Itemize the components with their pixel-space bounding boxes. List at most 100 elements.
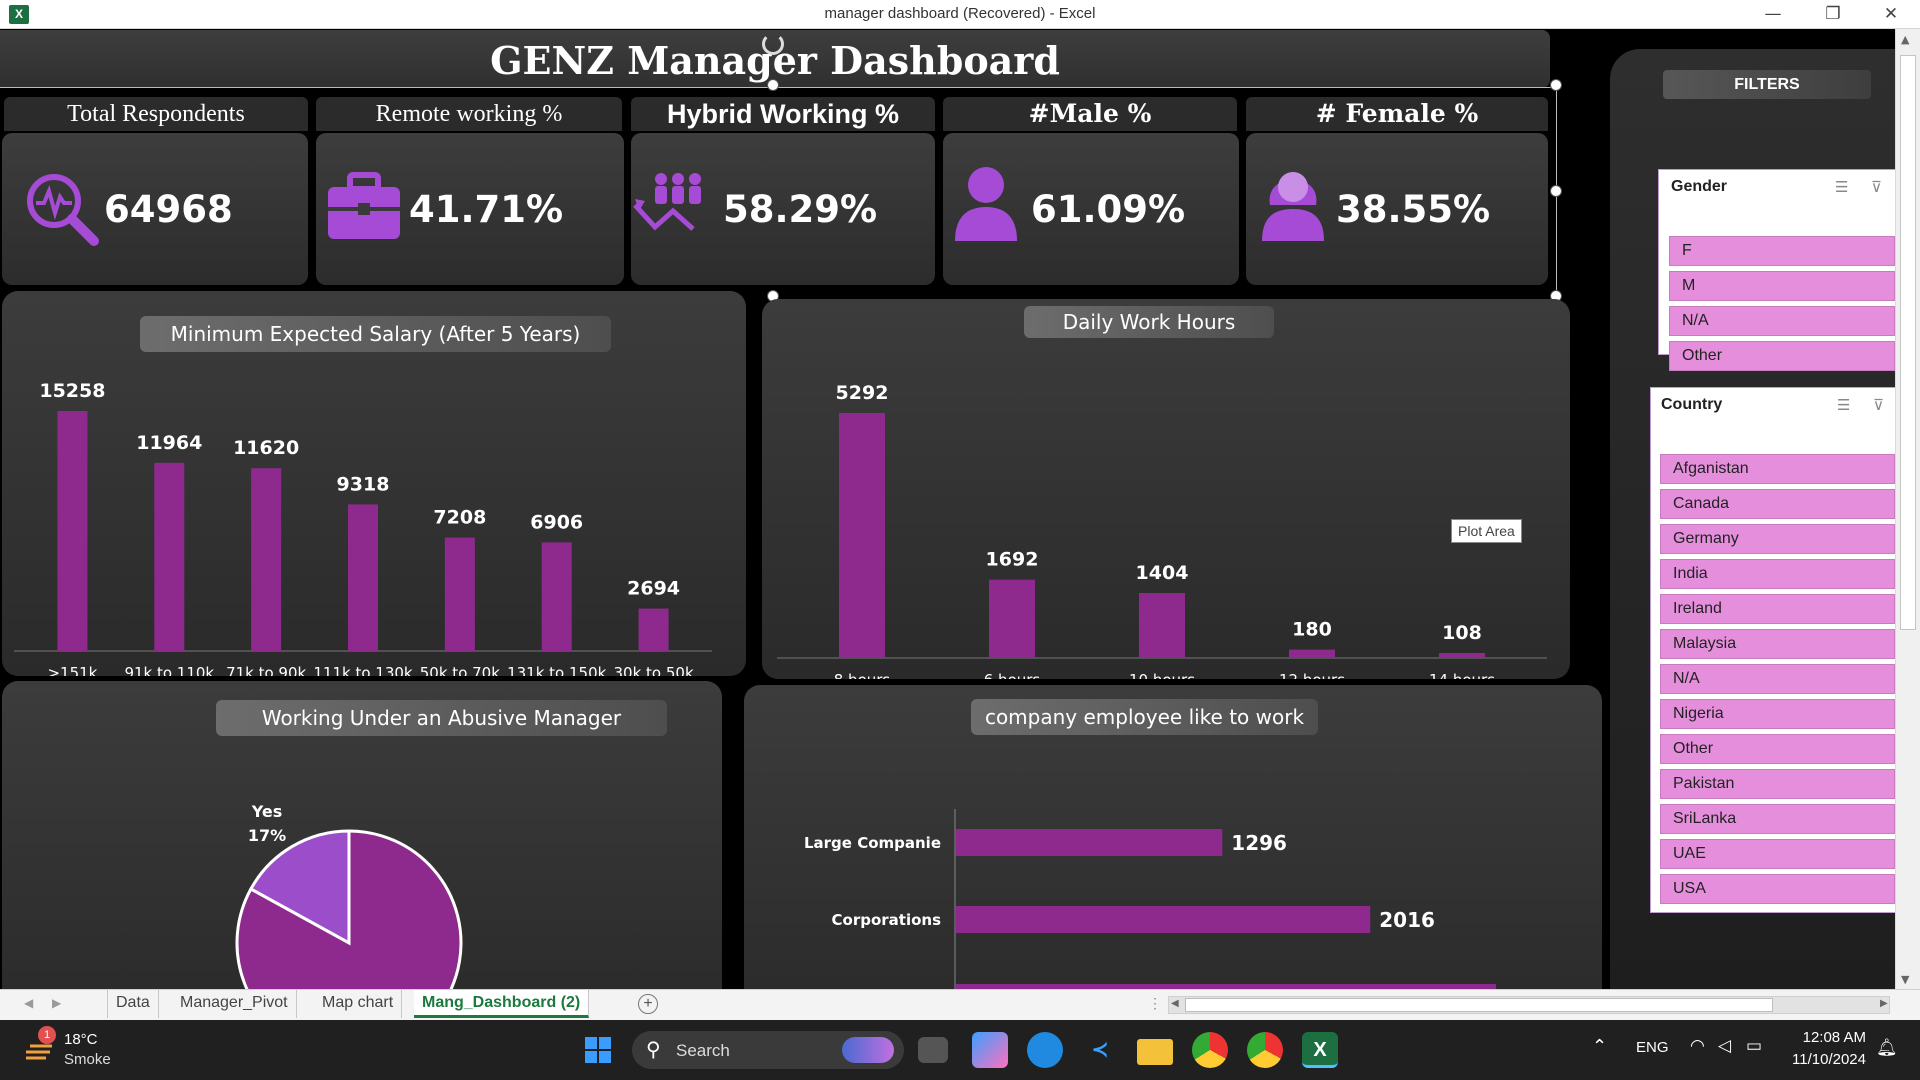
kpi-card-male[interactable]: 61.09% [943, 133, 1239, 285]
tick-label-131k-to-150k: 131k to 150k [507, 664, 607, 676]
hscroll-left-icon[interactable]: ◀ [1171, 998, 1179, 1009]
slicer-item-germany[interactable]: Germany [1660, 524, 1895, 554]
bar-50k-to-70k[interactable] [444, 537, 475, 651]
show-hidden-icons[interactable]: ⌃ [1592, 1036, 1607, 1057]
resize-handle-right[interactable] [1550, 185, 1562, 197]
kpi-label-female: # Female % [1246, 97, 1548, 131]
bar-151k[interactable] [57, 411, 88, 651]
hscroll-right-icon[interactable]: ▶ [1880, 998, 1888, 1009]
slicer-item-india[interactable]: India [1660, 559, 1895, 589]
slicer-item-other[interactable]: Other [1660, 734, 1895, 764]
add-sheet-icon[interactable]: + [638, 994, 658, 1014]
kpi-card-remote[interactable]: 41.71% [316, 133, 624, 285]
chrome-icon[interactable] [1192, 1032, 1228, 1068]
slicer-item-pakistan[interactable]: Pakistan [1660, 769, 1895, 799]
tick-label-111k-to-130k: 111k to 130k [313, 664, 413, 676]
resize-handle-top[interactable] [767, 79, 779, 91]
kpi-card-hybrid[interactable]: 58.29% [631, 133, 935, 285]
window-title: manager dashboard (Recovered) - Excel [824, 5, 1096, 22]
tab-manager-pivot[interactable]: Manager_Pivot [172, 990, 297, 1018]
slicer-item-afganistan[interactable]: Afganistan [1660, 454, 1895, 484]
excel-taskbar-icon[interactable]: X [1302, 1032, 1338, 1068]
slicer-item-uae[interactable]: UAE [1660, 839, 1895, 869]
slicer-item-n-a[interactable]: N/A [1669, 306, 1895, 336]
bar-71k-to-90k[interactable] [251, 468, 282, 651]
kpi-label-hybrid: Hybrid Working % [631, 97, 935, 131]
kpi-value-hybrid: 58.29% [723, 188, 878, 231]
bar-10-hours[interactable] [1139, 593, 1185, 658]
resize-handle-top-right[interactable] [1550, 79, 1562, 91]
data-label-14-hours: 108 [1442, 622, 1482, 644]
bar-corporations[interactable] [956, 906, 1371, 933]
edge-browser-icon[interactable] [1027, 1032, 1063, 1068]
slicer-item-usa[interactable]: USA [1660, 874, 1895, 904]
bar-91k-to-110k[interactable] [154, 462, 185, 651]
data-label-large-companie: 1296 [1231, 831, 1287, 855]
company-preference-bar-chart: Large Companie1296Corporations2016Mid Si… [804, 809, 1561, 989]
slicer-item-malaysia[interactable]: Malaysia [1660, 629, 1895, 659]
tab-data[interactable]: Data [107, 990, 159, 1018]
kpi-card-female[interactable]: 38.55% [1246, 133, 1548, 285]
vertical-scroll-thumb[interactable] [1900, 55, 1916, 630]
tick-label-6-hours: 6 hours [984, 671, 1041, 679]
bar-large-companie[interactable] [956, 829, 1223, 856]
slicer-item-ireland[interactable]: Ireland [1660, 594, 1895, 624]
start-button[interactable] [580, 1032, 616, 1068]
multi-select-icon[interactable]: ☰ [1837, 396, 1850, 414]
pie-percent-yes: 17% [248, 826, 286, 845]
taskbar-search[interactable]: ⚲ Search [632, 1031, 904, 1069]
clock-date[interactable]: 11/10/2024 [1786, 1051, 1866, 1068]
scroll-up-icon[interactable]: ▲ [1901, 33, 1909, 46]
clock-time[interactable]: 12:08 AM [1786, 1029, 1866, 1046]
horizontal-scroll-thumb[interactable] [1185, 998, 1773, 1012]
multi-select-icon[interactable]: ☰ [1835, 178, 1848, 196]
bar-111k-to-130k[interactable] [348, 504, 378, 651]
volume-icon[interactable]: ◁ [1718, 1036, 1731, 1056]
slicer-item-f[interactable]: F [1669, 236, 1895, 266]
rotate-handle-icon[interactable] [762, 33, 784, 55]
kpi-label-male: #Male % [943, 97, 1237, 131]
slicer-item-srilanka[interactable]: SriLanka [1660, 804, 1895, 834]
kpi-card-total-respondents[interactable]: 64968 [2, 133, 308, 285]
windows-taskbar: 1 18°C Smoke ⚲ Search ≺ X ⌃ ENG ◠ ◁ ▭ 12… [0, 1020, 1920, 1080]
copilot-icon[interactable] [972, 1032, 1008, 1068]
tab-map-chart[interactable]: Map chart [314, 990, 403, 1018]
tab-scroll-right-icon[interactable]: ▶ [52, 996, 61, 1010]
notification-bell-icon[interactable]: 🔔︎ [1876, 1038, 1898, 1058]
split-handle-icon[interactable]: ⋮ [1148, 995, 1162, 1012]
slicer-item-nigeria[interactable]: Nigeria [1660, 699, 1895, 729]
bar-30k-to-50k[interactable] [638, 608, 669, 651]
tab-scroll-left-icon[interactable]: ◀ [24, 996, 33, 1010]
slicer-item-canada[interactable]: Canada [1660, 489, 1895, 519]
battery-icon[interactable]: ▭ [1746, 1036, 1762, 1056]
wifi-icon[interactable]: ◠ [1690, 1036, 1705, 1056]
bar-8-hours[interactable] [839, 413, 885, 658]
clear-filter-icon[interactable]: ⊽ [1871, 178, 1882, 196]
minimize-button[interactable]: — [1744, 0, 1802, 29]
bar-12-hours[interactable] [1289, 649, 1335, 658]
pie-slice-no[interactable] [235, 829, 463, 989]
clear-filter-icon[interactable]: ⊽ [1873, 396, 1884, 414]
bar-14-hours[interactable] [1439, 653, 1485, 658]
slicer-item-m[interactable]: M [1669, 271, 1895, 301]
tick-label-50k-to-70k: 50k to 70k [420, 664, 500, 676]
slicer-item-other[interactable]: Other [1669, 341, 1895, 371]
restore-button[interactable]: ❐ [1804, 0, 1862, 29]
task-view-icon[interactable] [918, 1037, 948, 1063]
scroll-down-icon[interactable]: ▼ [1901, 973, 1909, 986]
vertical-scrollbar[interactable]: ▲ ▼ [1895, 29, 1920, 989]
tick-label-8-hours: 8 hours [834, 671, 891, 679]
slicer-item-n-a[interactable]: N/A [1660, 664, 1895, 694]
team-icon [633, 173, 701, 231]
bar-6-hours[interactable] [989, 579, 1035, 658]
language-indicator[interactable]: ENG [1636, 1039, 1669, 1056]
vscode-icon[interactable]: ≺ [1082, 1032, 1118, 1068]
data-label-30k-to-50k: 2694 [627, 578, 680, 600]
chrome-profile-icon[interactable] [1247, 1032, 1283, 1068]
salary-bar-chart: 15258 >151k 11964 91k to 110k 11620 71k to 90… [14, 380, 712, 676]
country-slicer-title: Country [1661, 396, 1723, 413]
bar-131k-to-150k[interactable] [541, 542, 572, 651]
file-explorer-icon[interactable] [1137, 1039, 1173, 1065]
close-button[interactable]: ✕ [1862, 0, 1920, 29]
tab-mang-dashboard-2[interactable]: Mang_Dashboard (2) [414, 990, 590, 1018]
